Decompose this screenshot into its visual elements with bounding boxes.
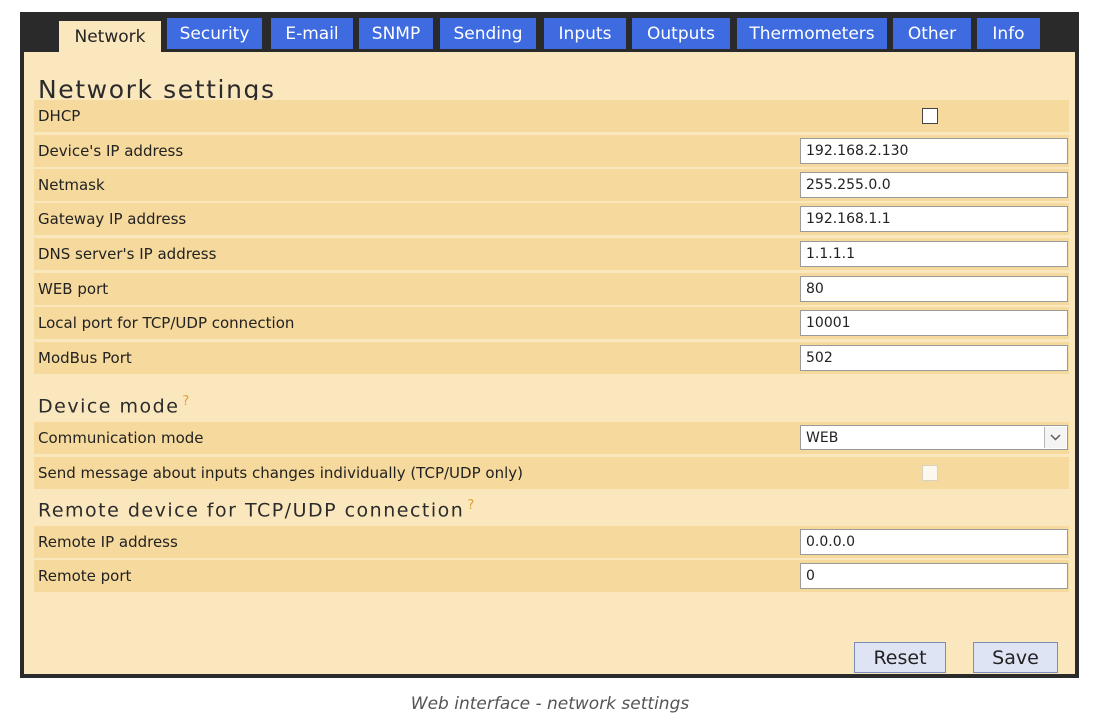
dns-label: DNS server's IP address [38,245,217,263]
tab-network[interactable]: Network [59,21,161,52]
remote-port-row: Remote port [34,560,1069,592]
dhcp-label: DHCP [38,107,81,125]
gateway-field[interactable] [800,206,1068,232]
modbus-port-field[interactable] [800,345,1068,371]
send-individually-row: Send message about inputs changes indivi… [34,457,1069,489]
dns-row: DNS server's IP address [34,238,1069,270]
tab-other[interactable]: Other [893,18,971,49]
gateway-label: Gateway IP address [38,210,187,228]
local-port-label: Local port for TCP/UDP connection [38,314,295,332]
help-icon[interactable]: ? [467,498,475,513]
save-button[interactable]: Save [973,642,1058,673]
ip-row: Device's IP address [34,135,1069,167]
modbus-label: ModBus Port [38,349,132,367]
remote-ip-label: Remote IP address [38,533,178,551]
modbus-row: ModBus Port [34,342,1069,374]
figure-caption: Web interface - network settings [410,694,690,714]
comm-mode-row: Communication mode WEB [34,422,1069,454]
send-individually-checkbox[interactable] [922,465,938,481]
remote-title: Remote device for TCP/UDP connection [38,499,465,522]
device-mode-heading: Device mode? [38,394,191,417]
local-port-field[interactable] [800,310,1068,336]
tab-thermometers[interactable]: Thermometers [737,18,887,49]
web-port-label: WEB port [38,280,109,298]
chevron-down-icon[interactable] [1044,427,1066,448]
netmask-row: Netmask [34,169,1069,201]
netmask-label: Netmask [38,176,105,194]
tab-security[interactable]: Security [167,18,262,49]
ip-label: Device's IP address [38,142,184,160]
device-mode-title: Device mode [38,395,180,418]
dhcp-checkbox[interactable] [922,108,938,124]
remote-ip-row: Remote IP address [34,526,1069,558]
tab-sending[interactable]: Sending [440,18,536,49]
settings-window: Network Security E-mail SNMP Sending Inp… [20,12,1079,678]
help-icon[interactable]: ? [182,394,190,409]
tab-bar: Network Security E-mail SNMP Sending Inp… [20,12,1079,52]
local-port-row: Local port for TCP/UDP connection [34,307,1069,339]
tab-snmp[interactable]: SNMP [359,18,433,49]
send-individually-label: Send message about inputs changes indivi… [38,464,523,482]
settings-panel: Network settings DHCP Device's IP addres… [24,52,1075,674]
remote-port-label: Remote port [38,567,132,585]
reset-button[interactable]: Reset [854,642,946,673]
dns-field[interactable] [800,241,1068,267]
web-port-field[interactable] [800,276,1068,302]
web-port-row: WEB port [34,273,1069,305]
tab-email[interactable]: E-mail [271,18,353,49]
remote-heading: Remote device for TCP/UDP connection? [38,498,476,521]
gateway-row: Gateway IP address [34,203,1069,235]
tab-info[interactable]: Info [977,18,1040,49]
dhcp-row: DHCP [34,100,1069,132]
tab-inputs[interactable]: Inputs [544,18,626,49]
ip-address-field[interactable] [800,138,1068,164]
netmask-field[interactable] [800,172,1068,198]
comm-mode-select[interactable]: WEB [800,425,1068,450]
tab-outputs[interactable]: Outputs [632,18,730,49]
remote-ip-field[interactable] [800,529,1068,555]
comm-mode-label: Communication mode [38,429,204,447]
comm-mode-value: WEB [806,430,839,446]
remote-port-field[interactable] [800,563,1068,589]
